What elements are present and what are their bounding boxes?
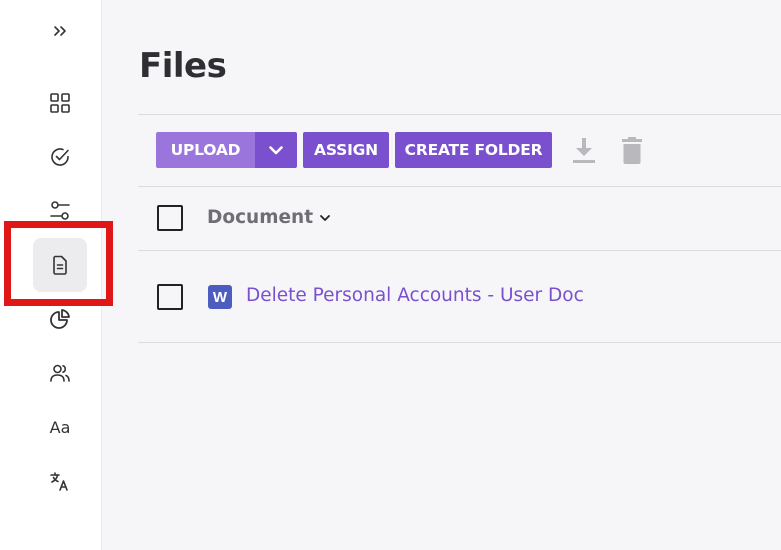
row-checkbox[interactable]: [157, 284, 183, 310]
main-content: Files UPLOAD ASSIGN CREATE FOLDER Docume…: [103, 0, 781, 550]
typography-icon: Aa: [49, 417, 71, 437]
divider: [138, 250, 781, 251]
users-icon: [50, 364, 70, 382]
upload-button[interactable]: UPLOAD: [156, 132, 255, 168]
column-header-label: Document: [207, 207, 314, 228]
sidebar-item-reports[interactable]: [33, 292, 87, 346]
sidebar-item-dashboard[interactable]: [33, 76, 87, 130]
check-circle-icon: [51, 148, 69, 166]
sidebar-item-files[interactable]: [33, 238, 87, 292]
sidebar-item-typography[interactable]: Aa: [33, 400, 87, 454]
sliders-icon: [50, 201, 70, 220]
double-chevron-right-icon: [54, 26, 66, 36]
upload-options-button[interactable]: [255, 132, 297, 168]
download-button[interactable]: [570, 135, 598, 165]
divider: [138, 342, 781, 343]
translate-icon: [50, 472, 68, 491]
divider: [138, 114, 781, 115]
document-column-header[interactable]: Document: [207, 207, 331, 228]
download-icon: [573, 138, 595, 163]
page-title: Files: [139, 46, 227, 86]
expand-sidebar-button[interactable]: [47, 18, 73, 44]
trash-icon: [622, 137, 642, 164]
create-folder-button[interactable]: CREATE FOLDER: [395, 132, 552, 168]
sidebar: Aa: [0, 0, 102, 550]
sidebar-item-settings[interactable]: [33, 184, 87, 238]
dashboard-grid-icon: [50, 93, 70, 113]
delete-button[interactable]: [618, 135, 646, 165]
sidebar-item-tasks[interactable]: [33, 130, 87, 184]
sidebar-item-users[interactable]: [33, 346, 87, 400]
chevron-down-icon: [269, 146, 283, 155]
word-file-icon: W: [208, 285, 232, 309]
assign-button[interactable]: ASSIGN: [303, 132, 389, 168]
file-name-link[interactable]: Delete Personal Accounts - User Doc: [246, 285, 584, 306]
pie-chart-icon: [50, 309, 70, 329]
divider: [138, 186, 781, 187]
select-all-checkbox[interactable]: [157, 205, 183, 231]
file-document-icon: [53, 255, 67, 275]
toolbar: UPLOAD ASSIGN CREATE FOLDER: [156, 132, 646, 168]
sidebar-item-translate[interactable]: [33, 454, 87, 508]
chevron-down-icon: [320, 214, 330, 221]
